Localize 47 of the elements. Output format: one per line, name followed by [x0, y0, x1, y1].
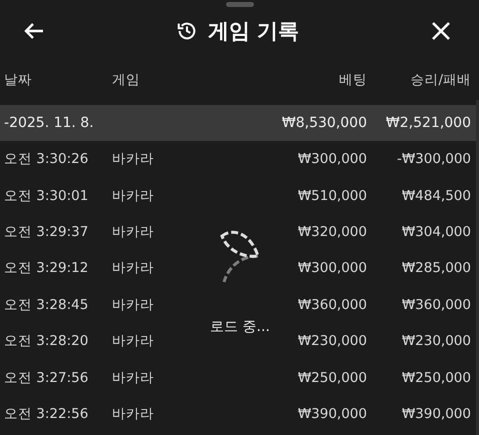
bet-cell: ₩230,000 — [298, 333, 367, 350]
game-cell: 바카라 — [112, 259, 154, 278]
history-icon — [176, 20, 198, 42]
group-date: -2025. 11. 8. — [4, 115, 94, 131]
window-title: 게임 기록 — [208, 18, 300, 45]
result-cell: ₩304,000 — [402, 224, 471, 240]
game-cell: 바카라 — [112, 368, 154, 387]
time-cell: 오전 3:28:45 — [4, 296, 88, 314]
game-cell: 바카라 — [112, 296, 154, 314]
time-cell: 오전 3:27:56 — [4, 368, 88, 387]
result-cell: ₩285,000 — [402, 260, 471, 276]
result-cell: ₩250,000 — [402, 370, 471, 386]
date-group-row[interactable]: -2025. 11. 8. ₩8,530,000 ₩2,521,000 — [0, 105, 479, 141]
game-cell: 바카라 — [112, 222, 154, 241]
game-cell: 바카라 — [112, 150, 154, 168]
time-cell: 오전 3:30:01 — [4, 186, 88, 205]
bet-cell: ₩250,000 — [298, 370, 367, 386]
loading-spinner-icon — [218, 228, 262, 284]
bet-cell: ₩510,000 — [298, 188, 367, 204]
result-cell: ₩484,500 — [402, 188, 471, 204]
column-header: 베팅 — [339, 71, 367, 89]
result-cell: ₩230,000 — [402, 333, 471, 350]
loading-text: 로드 중... — [210, 318, 270, 336]
column-header: 승리/패배 — [410, 71, 471, 89]
result-cell: ₩390,000 — [402, 406, 471, 422]
back-arrow-icon — [23, 22, 45, 40]
bet-cell: ₩300,000 — [298, 260, 367, 276]
game-cell: 바카라 — [112, 186, 154, 205]
bet-cell: ₩360,000 — [298, 296, 367, 313]
game-cell: 바카라 — [112, 404, 154, 423]
result-cell: ₩360,000 — [402, 296, 471, 313]
column-header: 게임 — [112, 71, 140, 89]
drag-handle[interactable] — [226, 2, 254, 7]
time-cell: 오전 3:29:37 — [4, 222, 88, 241]
group-bet-total: ₩8,530,000 — [282, 115, 367, 131]
group-result-total: ₩2,521,000 — [386, 115, 471, 131]
close-icon — [431, 21, 451, 41]
result-cell: -₩300,000 — [396, 151, 471, 168]
time-cell: 오전 3:29:12 — [4, 259, 88, 278]
game-cell: 바카라 — [112, 332, 154, 350]
bet-cell: ₩300,000 — [298, 151, 367, 168]
bet-cell: ₩320,000 — [298, 224, 367, 240]
time-cell: 오전 3:22:56 — [4, 404, 88, 423]
bet-cell: ₩390,000 — [298, 406, 367, 422]
time-cell: 오전 3:28:20 — [4, 332, 88, 350]
time-cell: 오전 3:30:26 — [4, 150, 88, 168]
column-header: 날짜 — [4, 71, 32, 89]
